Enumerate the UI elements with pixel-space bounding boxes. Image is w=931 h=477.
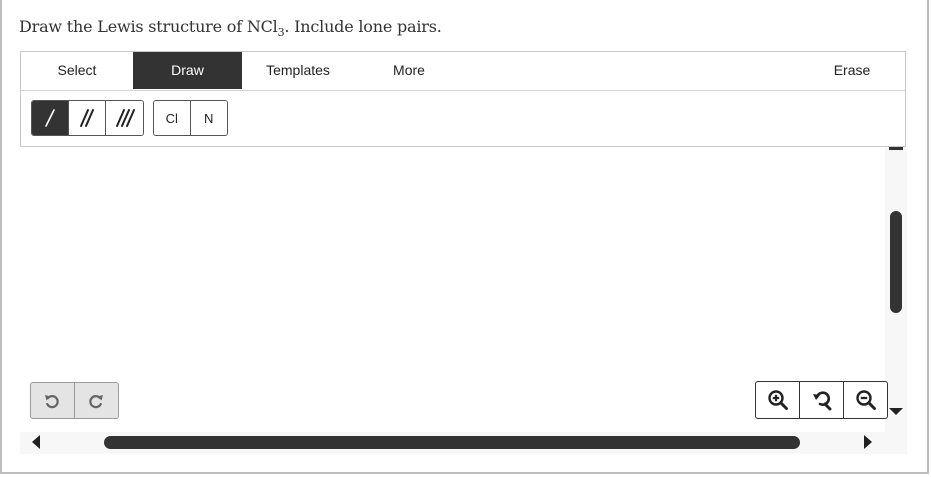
- single-bond-icon: [45, 109, 55, 127]
- zoom-reset-button[interactable]: [800, 382, 844, 418]
- undo-icon: [45, 394, 59, 408]
- atom-button-cl[interactable]: Cl: [154, 101, 191, 135]
- tab-templates[interactable]: Templates: [242, 52, 354, 89]
- zoom-out-icon: [855, 390, 876, 410]
- redo-icon: [89, 394, 104, 408]
- history-controls: [30, 382, 119, 419]
- structure-editor: Select Draw Templates More Erase Cl N: [20, 51, 906, 147]
- editor-tab-bar: Select Draw Templates More Erase: [21, 52, 905, 91]
- bond-tool-group: [31, 100, 144, 136]
- undo-button[interactable]: [31, 383, 75, 418]
- atom-tool-group: Cl N: [153, 100, 228, 136]
- double-bond-icon: [80, 109, 94, 127]
- zoom-controls: [755, 381, 888, 419]
- draw-toolbar: Cl N: [21, 90, 905, 147]
- single-bond-button[interactable]: [32, 101, 69, 135]
- question-text: Draw the Lewis structure of NCl: [19, 17, 278, 36]
- question-text-suffix: . Include lone pairs.: [284, 17, 442, 36]
- atom-button-n[interactable]: N: [190, 101, 227, 135]
- scroll-right-arrow-icon[interactable]: [864, 435, 872, 449]
- scroll-down-arrow-icon[interactable]: [889, 408, 903, 415]
- vertical-scroll-thumb[interactable]: [890, 211, 902, 313]
- vertical-scroll-top-edge: [889, 147, 903, 150]
- zoom-in-button[interactable]: [756, 382, 800, 418]
- zoom-in-icon: [767, 390, 788, 410]
- double-bond-button[interactable]: [69, 101, 106, 135]
- tab-draw[interactable]: Draw: [133, 52, 242, 89]
- tab-select[interactable]: Select: [21, 52, 133, 89]
- vertical-scrollbar[interactable]: [885, 147, 907, 432]
- tab-erase[interactable]: Erase: [807, 52, 897, 89]
- redo-button[interactable]: [75, 383, 119, 418]
- scroll-left-arrow-icon[interactable]: [32, 435, 40, 449]
- zoom-out-button[interactable]: [844, 382, 887, 418]
- horizontal-scrollbar[interactable]: [20, 432, 907, 454]
- tab-more[interactable]: More: [354, 52, 464, 89]
- triple-bond-button[interactable]: [106, 101, 143, 135]
- horizontal-scroll-thumb[interactable]: [104, 436, 800, 449]
- zoom-reset-icon: [812, 391, 831, 411]
- question-prompt: Draw the Lewis structure of NCl3. Includ…: [19, 17, 442, 39]
- triple-bond-icon: [115, 109, 135, 127]
